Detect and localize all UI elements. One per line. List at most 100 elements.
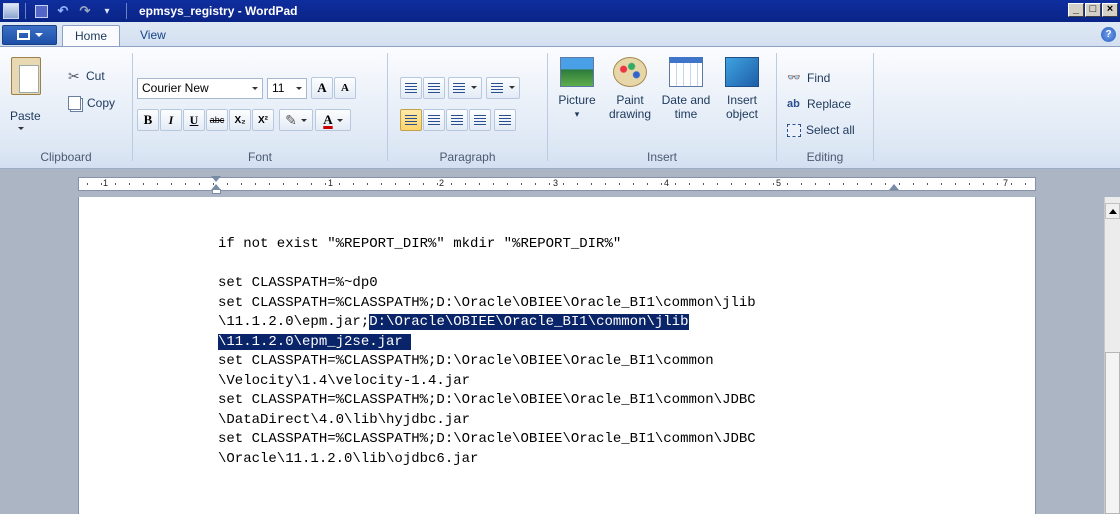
right-indent-handle[interactable] <box>889 184 899 190</box>
clipboard-group: Paste ✂ Cut Copy Clipboard <box>0 47 132 168</box>
replace-button[interactable]: ab Replace <box>787 97 851 111</box>
text-line[interactable]: set CLASSPATH=%CLASSPATH%;D:\Oracle\OBIE… <box>218 430 756 450</box>
ruler-tick <box>437 183 438 185</box>
ruler-tick <box>801 183 802 185</box>
paragraph-settings-button[interactable] <box>494 109 516 131</box>
ruler-tick <box>409 183 410 185</box>
document-icon <box>16 30 30 40</box>
text-color-button[interactable]: A <box>315 109 351 131</box>
subscript-button[interactable]: X₂ <box>229 109 251 131</box>
text-line[interactable]: \Oracle\11.1.2.0\lib\ojdbc6.jar <box>218 450 756 470</box>
scroll-up-button[interactable] <box>1105 203 1120 219</box>
ruler-tick <box>451 183 452 185</box>
redo-icon[interactable]: ↷ <box>76 2 94 20</box>
text-line[interactable]: \11.1.2.0\epm_j2se.jar <box>218 333 756 353</box>
ruler-tick <box>633 183 634 185</box>
text-line[interactable]: \11.1.2.0\epm.jar;D:\Oracle\OBIEE\Oracle… <box>218 313 756 333</box>
highlight-color-button[interactable]: ✎ <box>279 109 313 131</box>
text-line[interactable]: \DataDirect\4.0\lib\hyjdbc.jar <box>218 411 756 431</box>
cut-button[interactable]: ✂ Cut <box>68 69 105 83</box>
text-line[interactable]: set CLASSPATH=%~dp0 <box>218 274 756 294</box>
minimize-button[interactable]: _ <box>1068 3 1084 17</box>
wordpad-app-icon[interactable] <box>3 3 19 19</box>
decrease-indent-icon <box>405 83 417 93</box>
ruler-tick <box>325 183 326 185</box>
ruler-tick <box>115 183 116 185</box>
left-indent-box-handle[interactable] <box>212 189 221 194</box>
date-time-button[interactable]: Date and time <box>660 53 712 121</box>
selected-text[interactable]: D:\Oracle\OBIEE\Oracle_BI1\common\jlib <box>369 314 689 330</box>
copy-icon <box>68 96 81 110</box>
replace-icon: ab <box>787 97 800 110</box>
save-icon <box>34 4 48 18</box>
ruler-tick <box>829 183 830 185</box>
first-line-indent-handle[interactable] <box>211 176 221 182</box>
font-family-combo[interactable]: Courier New <box>137 78 263 99</box>
scroll-thumb[interactable] <box>1105 352 1120 514</box>
help-icon[interactable]: ? <box>1101 27 1116 42</box>
align-right-button[interactable] <box>446 109 468 131</box>
select-all-button[interactable]: Select all <box>787 123 855 137</box>
group-label: Insert <box>646 150 677 164</box>
text-line[interactable]: set CLASSPATH=%CLASSPATH%;D:\Oracle\OBIE… <box>218 391 756 411</box>
text-line[interactable]: set CLASSPATH=%CLASSPATH%;D:\Oracle\OBIE… <box>218 294 756 314</box>
chevron-down-icon <box>252 87 258 90</box>
ruler-tick <box>731 183 732 185</box>
align-center-icon <box>428 115 440 125</box>
align-center-button[interactable] <box>423 109 445 131</box>
paint-drawing-button[interactable]: Paint drawing <box>606 53 654 121</box>
ruler-number: 1 <box>328 178 334 188</box>
line-spacing-button[interactable] <box>486 77 520 99</box>
text-line[interactable]: ​ <box>218 255 756 275</box>
strikethrough-button[interactable]: abc <box>206 109 228 131</box>
underline-button[interactable]: U <box>183 109 205 131</box>
save-button[interactable] <box>32 2 50 20</box>
application-menu-button[interactable] <box>2 25 57 45</box>
ruler-number: 5 <box>776 178 782 188</box>
cut-label: Cut <box>86 69 105 83</box>
text-line[interactable]: if not exist "%REPORT_DIR%" mkdir "%REPO… <box>218 235 756 255</box>
bold-button[interactable]: B <box>137 109 159 131</box>
ruler-tick <box>199 183 200 185</box>
document-text[interactable]: if not exist "%REPORT_DIR%" mkdir "%REPO… <box>218 235 756 469</box>
font-size-combo[interactable]: 11 <box>267 78 307 99</box>
text-line[interactable]: set CLASSPATH=%CLASSPATH%;D:\Oracle\OBIE… <box>218 352 756 372</box>
selected-text[interactable]: \11.1.2.0\epm_j2se.jar <box>218 333 412 350</box>
close-button[interactable]: × <box>1102 3 1118 17</box>
vertical-scrollbar[interactable] <box>1104 197 1120 514</box>
ruler-tick <box>955 183 956 185</box>
find-button[interactable]: 👓 Find <box>787 71 830 85</box>
italic-button[interactable]: I <box>160 109 182 131</box>
bullet-list-icon <box>453 83 465 93</box>
text-line[interactable]: \Velocity\1.4\velocity-1.4.jar <box>218 372 756 392</box>
ruler-tick <box>297 183 298 185</box>
ruler[interactable]: 1 1 2 3 4 5 7 <box>78 176 1036 194</box>
maximize-button[interactable]: □ <box>1085 3 1101 17</box>
chevron-down-icon <box>34 33 43 37</box>
undo-icon[interactable]: ↶ <box>54 2 72 20</box>
picture-button[interactable]: Picture ▾ <box>554 53 600 121</box>
decrease-indent-button[interactable] <box>400 77 422 99</box>
bullets-button[interactable] <box>448 77 482 99</box>
chevron-down-icon <box>471 86 477 89</box>
object-icon <box>725 57 759 87</box>
ruler-tick <box>885 183 886 185</box>
document-page[interactable]: if not exist "%REPORT_DIR%" mkdir "%REPO… <box>78 197 1036 514</box>
align-left-button[interactable] <box>400 109 422 131</box>
copy-button[interactable]: Copy <box>68 96 115 110</box>
insert-object-button[interactable]: Insert object <box>718 53 766 121</box>
increase-indent-button[interactable] <box>423 77 445 99</box>
customize-qat-icon[interactable]: ▾ <box>98 2 116 20</box>
italic-icon: I <box>168 112 174 127</box>
ruler-tick <box>1011 183 1012 185</box>
ruler-tick <box>857 183 858 185</box>
paste-button[interactable]: Paste <box>2 49 52 141</box>
superscript-button[interactable]: X² <box>252 109 274 131</box>
text-run[interactable]: \11.1.2.0\epm.jar; <box>218 314 369 330</box>
grow-font-button[interactable]: A <box>311 77 333 99</box>
tab-home[interactable]: Home <box>62 25 121 47</box>
shrink-font-button[interactable]: A <box>334 77 356 99</box>
tab-view[interactable]: View <box>128 25 178 47</box>
justify-button[interactable] <box>469 109 491 131</box>
ruler-tick <box>157 183 158 185</box>
